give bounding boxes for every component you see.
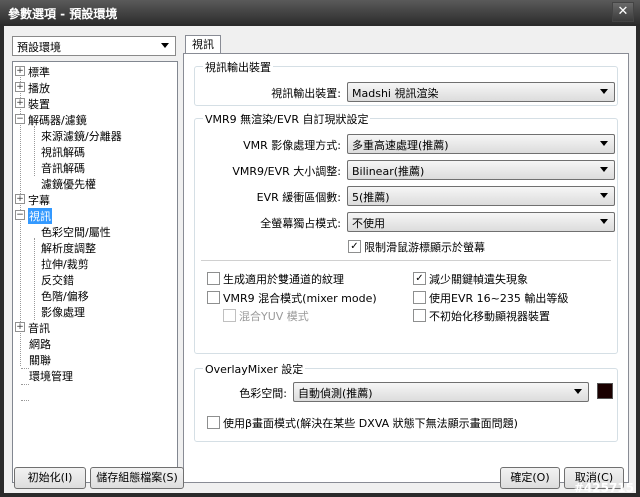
output-device-group: 視訊輸出裝置 視訊輸出裝置: Madshi 視訊渲染 <box>194 59 618 106</box>
expand-icon[interactable]: + <box>15 98 25 108</box>
beta-mode-label: 使用β畫面模式(解決在某些 DXVA 狀態下無法顯示畫面問題) <box>223 417 518 430</box>
colorspace-label: 色彩空間: <box>239 387 287 400</box>
tree-line <box>21 400 29 401</box>
dialog-client: 預設環境 + 標準 + 播放 + 裝置 − 解碼器/濾鏡 來源濾鏡/分離器 視訊… <box>4 26 636 493</box>
evr-buffers-select[interactable]: 5(推薦) <box>347 186 615 206</box>
group-legend: OverlayMixer 設定 <box>203 361 306 377</box>
reduce-frame-loss-label: 減少關鍵幀遺失現象 <box>429 273 528 286</box>
vmr-processing-label: VMR 影像處理方式: <box>243 139 341 152</box>
chevron-down-icon <box>600 167 608 172</box>
separator <box>201 260 611 261</box>
close-icon[interactable]: ✕ <box>612 2 634 22</box>
profile-select-value: 預設環境 <box>17 41 61 54</box>
chevron-down-icon <box>161 43 169 48</box>
expand-icon[interactable]: + <box>15 66 25 76</box>
reduce-frame-loss-checkbox[interactable]: ✓ <box>413 272 426 285</box>
fullscreen-select[interactable]: 不使用 <box>347 212 615 232</box>
tab-video[interactable]: 視訊 <box>185 35 221 54</box>
fullscreen-label: 全螢幕獨占模式: <box>260 217 341 230</box>
resize-label: VMR9/EVR 大小調整: <box>232 165 341 178</box>
evr-buffers-label: EVR 緩衝區個數: <box>256 191 341 204</box>
color-swatch[interactable] <box>597 383 613 399</box>
no-init-monitor-label: 不初始化移動顯視器裝置 <box>429 310 550 323</box>
collapse-icon[interactable]: − <box>15 114 25 124</box>
video-settings-panel: 視訊輸出裝置 視訊輸出裝置: Madshi 視訊渲染 VMR9 無渲染/EVR … <box>183 53 629 483</box>
window-title: 參數選項 - 預設環境 <box>8 7 118 21</box>
expand-icon[interactable]: + <box>15 82 25 92</box>
chevron-down-icon <box>600 141 608 146</box>
save-profile-button[interactable]: 儲存組態檔案(S) <box>90 467 184 489</box>
watermark: #425715 <box>573 481 634 495</box>
mixed-yuv-checkbox[interactable] <box>223 309 236 322</box>
tree-line <box>34 238 35 320</box>
limit-cursor-label: 限制滑鼠游標顯示於螢幕 <box>364 241 485 254</box>
mixed-yuv-label: 混合YUV 模式 <box>239 310 309 323</box>
colorspace-select[interactable]: 自動偵測(推薦) <box>293 382 589 402</box>
title-bar: 參數選項 - 預設環境 ✕ <box>0 0 640 24</box>
output-device-label: 視訊輸出裝置: <box>271 87 341 100</box>
tree-line <box>21 368 29 369</box>
no-init-monitor-checkbox[interactable] <box>413 309 426 322</box>
collapse-icon[interactable]: − <box>15 210 25 220</box>
chevron-down-icon <box>600 89 608 94</box>
group-legend: 視訊輸出裝置 <box>203 59 273 75</box>
chevron-down-icon <box>600 193 608 198</box>
group-legend: VMR9 無渲染/EVR 自訂現狀設定 <box>203 111 371 127</box>
settings-tree[interactable]: + 標準 + 播放 + 裝置 − 解碼器/濾鏡 來源濾鏡/分離器 視訊解碼 音訊… <box>12 61 178 483</box>
profile-select[interactable]: 預設環境 <box>12 36 176 56</box>
mixer-mode-label: VMR9 混合模式(mixer mode) <box>223 292 377 305</box>
beta-mode-checkbox[interactable] <box>207 416 220 429</box>
output-device-select[interactable]: Madshi 視訊渲染 <box>347 82 615 102</box>
overlaymixer-group: OverlayMixer 設定 色彩空間: 自動偵測(推薦) 使用β畫面模式(解… <box>194 361 618 442</box>
limit-cursor-checkbox[interactable]: ✓ <box>348 240 361 253</box>
resize-select[interactable]: Bilinear(推薦) <box>347 160 615 180</box>
dual-channel-texture-checkbox[interactable] <box>207 272 220 285</box>
tree-line <box>21 384 29 385</box>
chevron-down-icon <box>574 389 582 394</box>
ok-button[interactable]: 確定(O) <box>500 467 560 489</box>
expand-icon[interactable]: + <box>15 194 25 204</box>
evr-output-levels-label: 使用EVR 16~235 輸出等級 <box>429 292 569 305</box>
vmr-processing-select[interactable]: 多重高速處理(推薦) <box>347 134 615 154</box>
expand-icon[interactable]: + <box>15 322 25 332</box>
vmr-settings-group: VMR9 無渲染/EVR 自訂現狀設定 VMR 影像處理方式: 多重高速處理(推… <box>194 111 618 354</box>
dual-channel-texture-label: 生成適用於雙通道的紋理 <box>223 273 344 286</box>
init-button[interactable]: 初始化(I) <box>14 467 86 489</box>
evr-output-levels-checkbox[interactable] <box>413 291 426 304</box>
mixer-mode-checkbox[interactable] <box>207 291 220 304</box>
chevron-down-icon <box>600 219 608 224</box>
tree-line <box>34 126 35 176</box>
